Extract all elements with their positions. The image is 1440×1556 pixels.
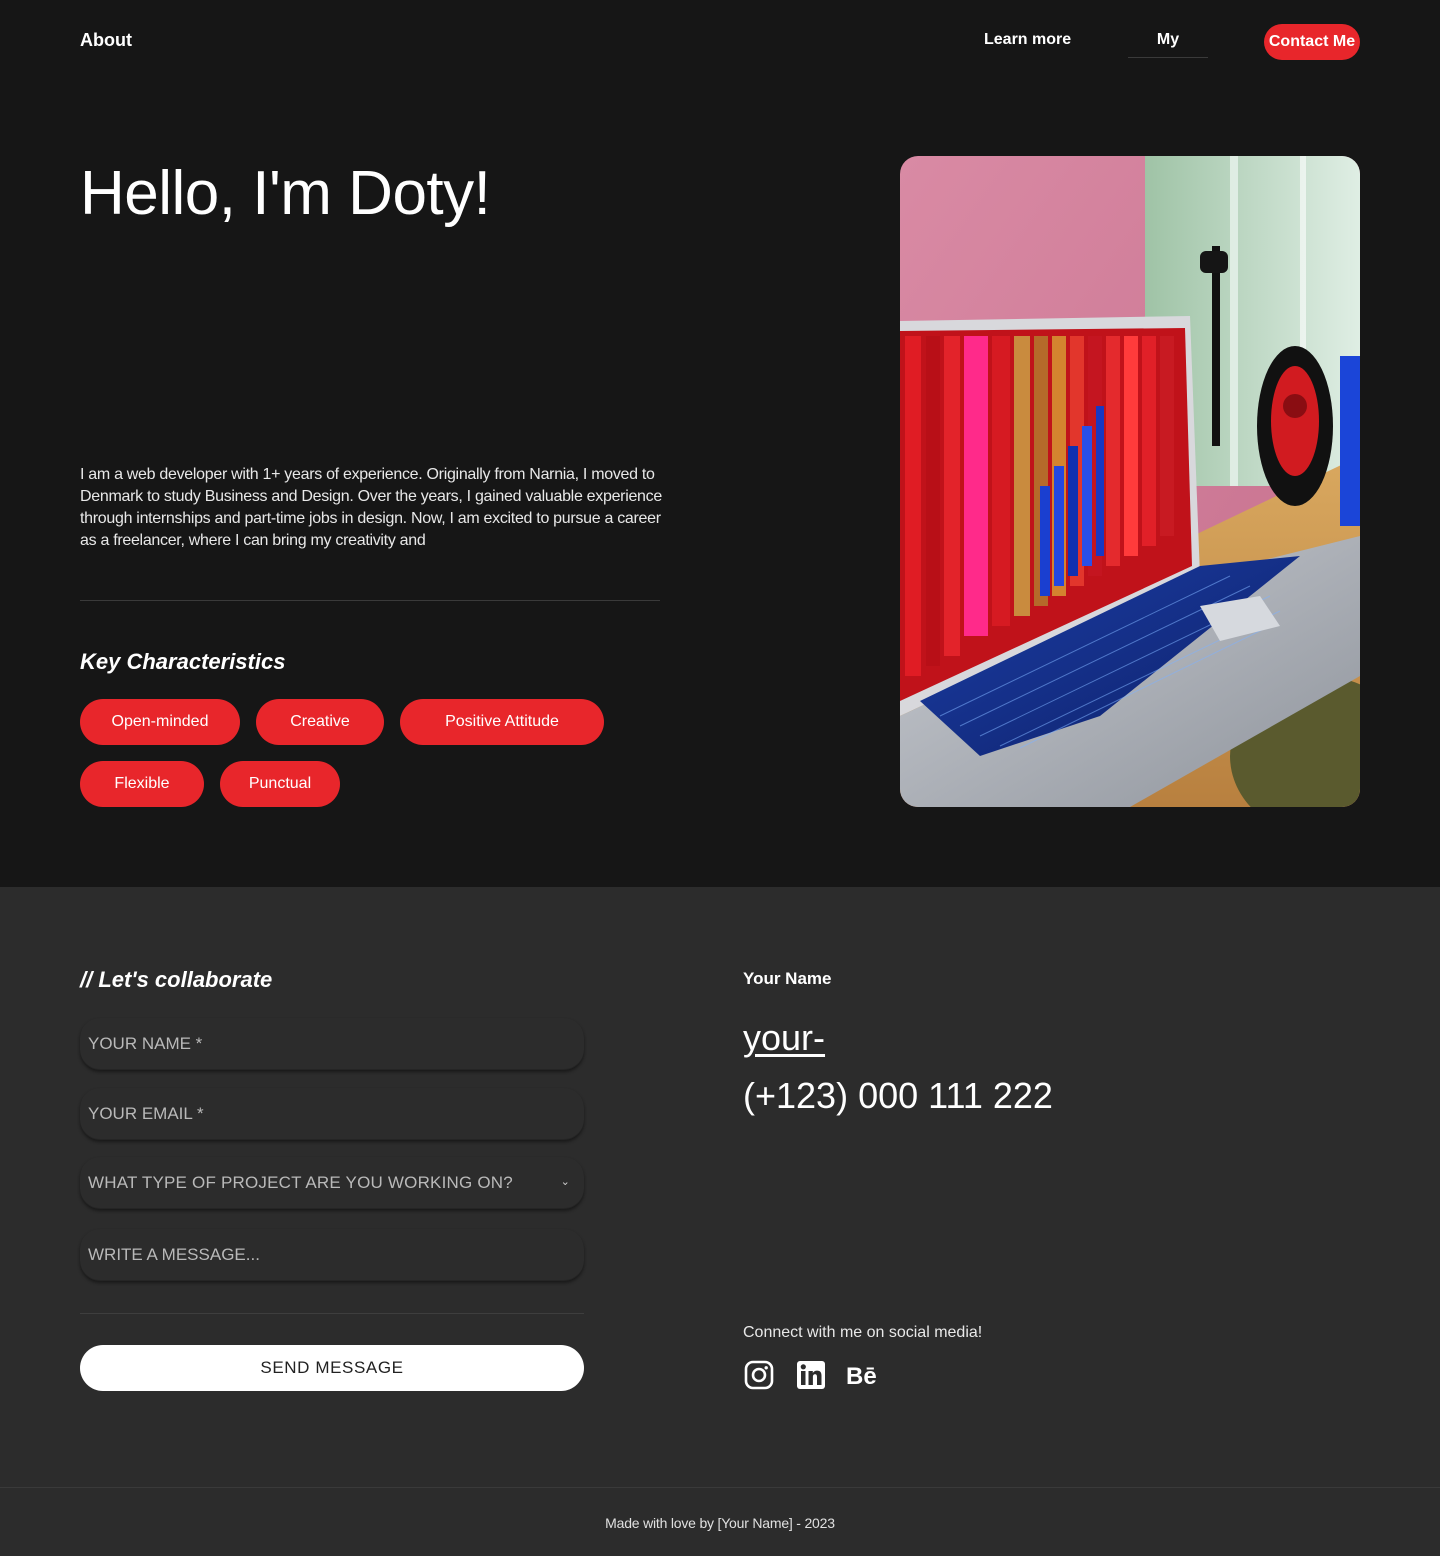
- form-divider: [80, 1313, 584, 1314]
- chip-creative[interactable]: Creative: [256, 699, 384, 745]
- footer-text: Made with love by [Your Name] - 2023: [605, 1515, 835, 1531]
- hero-divider: [80, 600, 660, 601]
- contact-name: Your Name: [743, 969, 832, 988]
- svg-text:Bē: Bē: [846, 1363, 877, 1390]
- nav-brand-about[interactable]: About: [80, 30, 132, 51]
- hero-bio: I am a web developer with 1+ years of ex…: [80, 466, 662, 549]
- footer: Made with love by [Your Name] - 2023: [0, 1487, 1440, 1556]
- chip-open-minded[interactable]: Open-minded: [80, 699, 240, 745]
- chevron-down-icon: ⌄: [560, 1176, 570, 1188]
- contact-me-button[interactable]: Contact Me: [1264, 24, 1360, 60]
- message-field-wrapper: [80, 1229, 584, 1281]
- project-type-select[interactable]: WHAT TYPE OF PROJECT ARE YOU WORKING ON?…: [80, 1157, 584, 1209]
- linkedin-icon[interactable]: [795, 1359, 827, 1391]
- behance-icon[interactable]: Bē: [845, 1359, 881, 1391]
- key-characteristics-title: Key Characteristics: [80, 649, 286, 674]
- message-input[interactable]: [88, 1245, 584, 1265]
- nav-link-learn-more[interactable]: Learn more: [984, 31, 1071, 49]
- contact-section: // Let's collaborate WHAT TYPE OF PROJEC…: [0, 887, 1440, 1487]
- contact-phone: (+123) 000 111 222: [743, 1075, 1053, 1116]
- collaborate-title: // Let's collaborate: [80, 967, 273, 992]
- chip-punctual[interactable]: Punctual: [220, 761, 340, 807]
- nav-link-my[interactable]: My: [1128, 31, 1208, 58]
- email-field-wrapper: [80, 1088, 584, 1140]
- hero-laptop-photo: [900, 156, 1360, 807]
- chip-flexible[interactable]: Flexible: [80, 761, 204, 807]
- name-input[interactable]: [88, 1034, 584, 1054]
- chip-positive-attitude[interactable]: Positive Attitude: [400, 699, 604, 745]
- contact-email-link[interactable]: your-: [743, 1017, 825, 1059]
- send-message-button[interactable]: SEND MESSAGE: [80, 1345, 584, 1391]
- instagram-icon[interactable]: [743, 1359, 775, 1391]
- name-field-wrapper: [80, 1018, 584, 1070]
- project-type-value: WHAT TYPE OF PROJECT ARE YOU WORKING ON?: [88, 1173, 513, 1192]
- hero-title: Hello, I'm Doty!: [80, 159, 491, 228]
- social-label: Connect with me on social media!: [743, 1324, 983, 1341]
- email-input[interactable]: [88, 1104, 584, 1124]
- top-nav: About Learn more My Contact Me: [0, 0, 1440, 84]
